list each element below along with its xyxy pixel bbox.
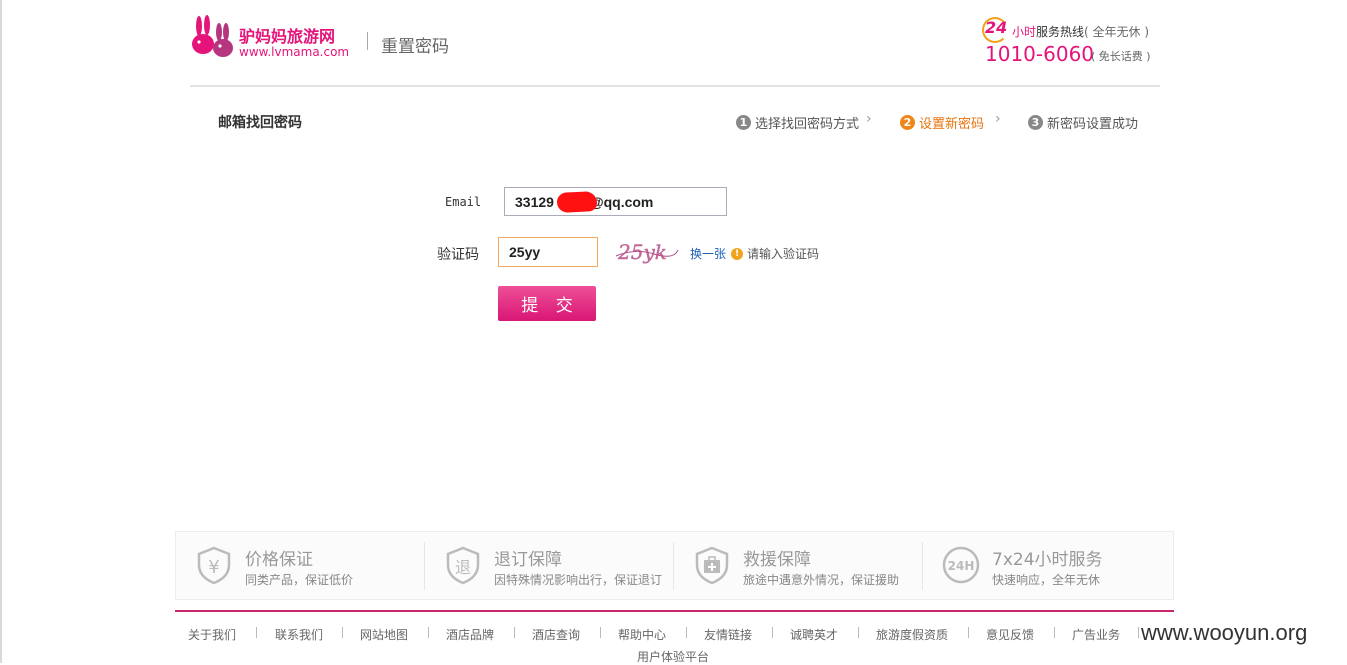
- guarantee-title: 救援保障: [743, 550, 811, 570]
- guarantee-subtitle: 快速响应，全年无休: [992, 573, 1101, 587]
- page-title: 重置密码: [381, 37, 449, 57]
- rescue-kit-icon: [695, 546, 729, 585]
- left-border: [0, 0, 2, 663]
- chevron-right-icon: ›: [995, 111, 1001, 127]
- footer-link-sitemap[interactable]: 网站地图: [360, 626, 408, 643]
- hotline-label: 服务热线: [1036, 25, 1085, 39]
- footer-link-hotel-brands[interactable]: 酒店品牌: [446, 626, 494, 643]
- section-title: 邮箱找回密码: [218, 115, 302, 131]
- footer-divider: [175, 610, 1174, 612]
- footer-separator: [968, 627, 969, 638]
- email-value-prefix: 33129: [515, 193, 554, 210]
- footer-link-friends[interactable]: 友情链接: [704, 626, 752, 643]
- footer-link-help[interactable]: 帮助中心: [618, 626, 666, 643]
- footer-separator: [686, 627, 687, 638]
- footer-separator: [428, 627, 429, 638]
- footer-separator: [858, 627, 859, 638]
- chevron-right-icon: ›: [866, 111, 872, 127]
- guarantee-subtitle: 同类产品，保证低价: [245, 573, 354, 587]
- step-success: 3 新密码设置成功: [1028, 113, 1138, 132]
- footer-link-ads[interactable]: 广告业务: [1072, 626, 1120, 643]
- svg-text:退: 退: [455, 558, 471, 577]
- guarantees-bar: ¥ 价格保证 同类产品，保证低价 退 退订保障 因特殊情况影响出行，保证退订 救…: [175, 531, 1174, 600]
- guarantee-title: 7x24小时服务: [992, 550, 1103, 570]
- email-label: Email: [445, 195, 482, 209]
- footer-link-qualification[interactable]: 旅游度假资质: [876, 626, 948, 643]
- header-divider: [190, 85, 1160, 87]
- step-number: 2: [900, 115, 915, 130]
- step-choose-method: 1 选择找回密码方式: [736, 113, 859, 132]
- footer-separator: [1054, 627, 1055, 638]
- rabbit-logo-icon: [192, 15, 233, 57]
- footer-separator: [1138, 627, 1139, 638]
- footer-link-user-experience[interactable]: 用户体验平台: [637, 648, 709, 665]
- guarantee-subtitle: 旅途中遇意外情况，保证援助: [743, 573, 900, 587]
- footer-separator: [600, 627, 601, 638]
- guarantee-title: 价格保证: [245, 550, 313, 570]
- header-separator: [367, 32, 368, 50]
- email-field[interactable]: 33129 @qq.com: [504, 187, 727, 216]
- footer-link-hotel-search[interactable]: 酒店查询: [532, 626, 580, 643]
- logo-chinese-name: 驴妈妈旅游网: [239, 27, 336, 46]
- captcha-label: 验证码: [437, 247, 479, 263]
- step-number: 3: [1028, 115, 1043, 130]
- clock-ring-icon: [982, 17, 1008, 43]
- hotline-allyear: ( 全年无休 ): [1084, 25, 1150, 39]
- footer-separator: [772, 627, 773, 638]
- svg-text:¥: ¥: [208, 557, 219, 578]
- step-number: 1: [736, 115, 751, 130]
- hotline-number: 1010-6060: [985, 42, 1095, 66]
- refund-icon: 退: [446, 546, 480, 585]
- hotline-24-badge: 24: [982, 17, 1008, 43]
- footer-link-feedback[interactable]: 意见反馈: [986, 626, 1034, 643]
- guarantee-refund: 退 退订保障 因特殊情况影响出行，保证退订: [425, 532, 674, 599]
- hotline-caption: 小时服务热线( 全年无休 ): [1012, 23, 1149, 40]
- watermark: www.wooyun.org: [1141, 620, 1308, 645]
- lvmama-logo[interactable]: 驴妈妈旅游网 www.lvmama.com: [189, 14, 359, 60]
- guarantee-price: ¥ 价格保证 同类产品，保证低价: [176, 532, 425, 599]
- guarantee-subtitle: 因特殊情况影响出行，保证退订: [494, 573, 663, 587]
- footer-link-about[interactable]: 关于我们: [188, 626, 236, 643]
- 24h-icon: 24H: [942, 546, 980, 584]
- step-label: 新密码设置成功: [1047, 117, 1139, 132]
- step-label: 选择找回密码方式: [755, 117, 860, 132]
- captcha-hint: ! 请输入验证码: [731, 245, 819, 262]
- info-icon: !: [731, 247, 743, 260]
- footer-separator: [256, 627, 257, 638]
- footer-link-contact[interactable]: 联系我们: [275, 626, 323, 643]
- guarantee-24h-service: 24H 7x24小时服务 快速响应，全年无休: [923, 532, 1172, 599]
- submit-button[interactable]: 提 交: [498, 286, 596, 321]
- captcha-input[interactable]: 25yy: [498, 237, 598, 267]
- footer-link-careers[interactable]: 诚聘英才: [790, 626, 838, 643]
- captcha-hint-text: 请输入验证码: [747, 247, 820, 261]
- guarantee-title: 退订保障: [494, 550, 562, 570]
- 24h-badge-text: 24H: [948, 559, 975, 573]
- email-value-suffix: @qq.com: [589, 193, 654, 210]
- redaction-mark: [556, 190, 598, 214]
- captcha-image[interactable]: 25yk: [614, 236, 680, 268]
- service-hotline: 24 小时服务热线( 全年无休 ) 1010-6060 ( 免长话费 ): [982, 17, 1175, 68]
- logo-url: www.lvmama.com: [239, 45, 350, 59]
- step-set-new-password: 2 设置新密码: [900, 113, 984, 132]
- yen-shield-icon: ¥: [197, 546, 231, 585]
- refresh-captcha-link[interactable]: 换一张: [690, 245, 726, 262]
- hotline-free-note: ( 免长话费 ): [1091, 50, 1151, 63]
- step-label: 设置新密码: [919, 117, 985, 132]
- guarantee-rescue: 救援保障 旅途中遇意外情况，保证援助: [674, 532, 923, 599]
- footer-separator: [342, 627, 343, 638]
- hotline-hours: 小时: [1012, 25, 1037, 39]
- footer-separator: [514, 627, 515, 638]
